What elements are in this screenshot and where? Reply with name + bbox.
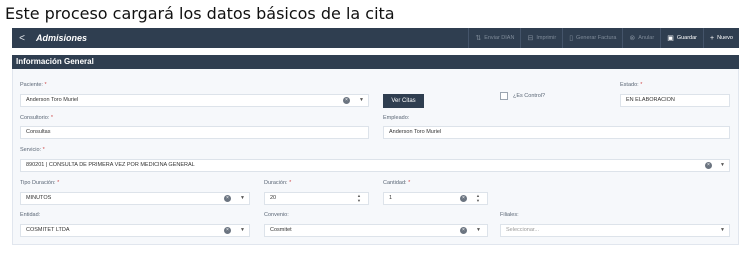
servicio-select[interactable]: 890201 | CONSULTA DE PRIMERA VEZ POR MED… bbox=[20, 159, 730, 172]
chevron-down-icon[interactable]: ▼ bbox=[720, 225, 725, 236]
clear-icon[interactable]: × bbox=[460, 195, 467, 202]
transfer-icon: ⇅ bbox=[475, 34, 482, 42]
clear-icon[interactable]: × bbox=[705, 162, 712, 169]
imprimir-button[interactable]: ⊟ Imprimir bbox=[520, 28, 562, 48]
convenio-select[interactable]: Cosmitet × ▼ bbox=[264, 224, 488, 237]
filiales-select[interactable]: Seleccionar... ▼ bbox=[500, 224, 730, 237]
convenio-label: Convenio: bbox=[264, 212, 289, 218]
clear-icon[interactable]: × bbox=[460, 227, 467, 234]
entidad-label: Entidad: bbox=[20, 212, 41, 218]
es-control-label: ¿Es Control? bbox=[513, 93, 546, 99]
chevron-down-icon[interactable]: ▼ bbox=[240, 225, 245, 236]
chevron-down-icon[interactable]: ▼ bbox=[476, 225, 481, 236]
paciente-select[interactable]: Anderson Toro Muriel × ▼ bbox=[20, 94, 369, 107]
clear-icon[interactable]: × bbox=[224, 227, 231, 234]
back-chevron-icon[interactable]: < bbox=[12, 33, 32, 44]
es-control-checkbox[interactable] bbox=[500, 92, 508, 100]
nuevo-button[interactable]: + Nuevo bbox=[703, 28, 739, 48]
chevron-down-icon[interactable]: ▼ bbox=[359, 95, 364, 106]
duracion-label: Duración: * bbox=[264, 180, 292, 186]
tipo-duracion-select[interactable]: MINUTOS × ▼ bbox=[20, 192, 250, 205]
empleado-label: Empleado: bbox=[383, 115, 410, 121]
estado-field: EN ELABORACION bbox=[620, 94, 730, 107]
empleado-field[interactable]: Anderson Toro Muriel bbox=[383, 126, 730, 139]
plus-icon: + bbox=[710, 34, 715, 42]
consultorio-label: Consultorio: * bbox=[20, 115, 54, 121]
guardar-button[interactable]: ▣ Guardar bbox=[660, 28, 703, 48]
consultorio-field[interactable]: Consultas bbox=[20, 126, 369, 139]
stepper-arrows-icon[interactable]: ▲ ▼ bbox=[357, 193, 361, 203]
section-title: Información General bbox=[12, 55, 739, 69]
duracion-stepper[interactable]: 20 ▲ ▼ bbox=[264, 192, 369, 205]
anular-button[interactable]: ⊗ Anular bbox=[622, 28, 660, 48]
ver-citas-button[interactable]: Ver Citas bbox=[383, 94, 424, 108]
generar-factura-button[interactable]: ▯ Generar Factura bbox=[562, 28, 622, 48]
module-title: Admisiones bbox=[36, 33, 88, 43]
paciente-label: Paciente: * bbox=[20, 82, 47, 88]
instruction-caption: Este proceso cargará los datos básicos d… bbox=[5, 4, 395, 23]
entidad-select[interactable]: COSMITET LTDA × ▼ bbox=[20, 224, 250, 237]
cantidad-stepper[interactable]: 1 × ▲ ▼ bbox=[383, 192, 488, 205]
save-icon: ▣ bbox=[667, 34, 674, 42]
clear-icon[interactable]: × bbox=[343, 97, 350, 104]
enviar-dian-button[interactable]: ⇅ Enviar DIAN bbox=[468, 28, 520, 48]
tipo-duracion-label: Tipo Duración: * bbox=[20, 180, 60, 186]
document-icon: ▯ bbox=[569, 34, 574, 42]
chevron-down-icon[interactable]: ▼ bbox=[720, 160, 725, 171]
print-icon: ⊟ bbox=[527, 34, 534, 42]
estado-label: Estado: * bbox=[620, 82, 643, 88]
clear-icon[interactable]: × bbox=[224, 195, 231, 202]
chevron-down-icon[interactable]: ▼ bbox=[240, 193, 245, 204]
filiales-label: Filiales: bbox=[500, 212, 519, 218]
cantidad-label: Cantidad: * bbox=[383, 180, 411, 186]
stepper-arrows-icon[interactable]: ▲ ▼ bbox=[476, 193, 480, 203]
toolbar: < Admisiones ⇅ Enviar DIAN ⊟ Imprimir ▯ Gen… bbox=[12, 28, 739, 48]
cancel-icon: ⊗ bbox=[629, 34, 636, 42]
servicio-label: Servicio: * bbox=[20, 147, 45, 153]
